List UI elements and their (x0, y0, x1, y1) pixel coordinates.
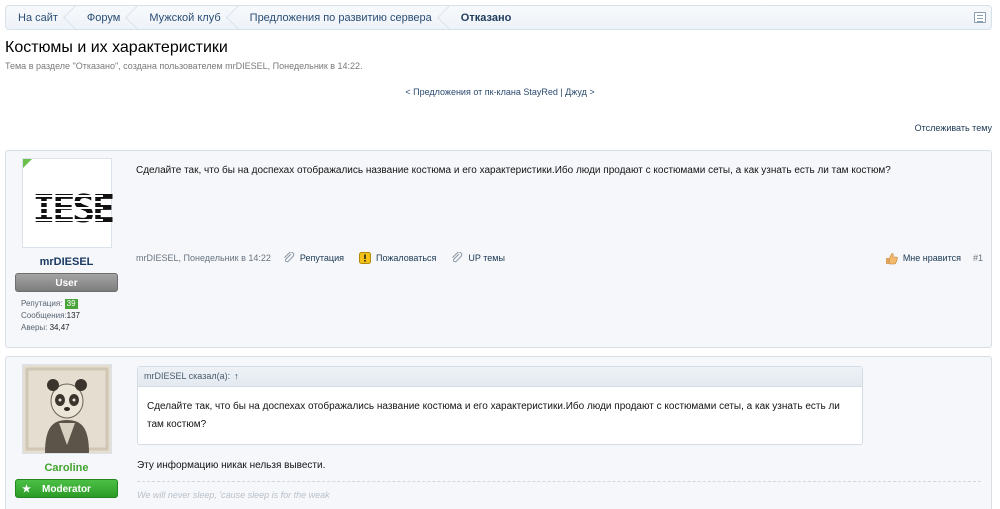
post-meta-right: Мне нравится #1 (885, 252, 983, 265)
post-message: Эту информацию никак нельзя вывести. (137, 460, 326, 471)
up-thread-action[interactable]: UP темы (451, 251, 505, 264)
thumbs-up-icon (885, 252, 898, 265)
signature-divider (137, 481, 981, 482)
reputation-action[interactable]: Репутация (283, 251, 344, 264)
logo-stripe (32, 201, 103, 203)
warning-icon (358, 252, 371, 264)
user-role-badge: User (15, 273, 118, 292)
logo-stripe (32, 207, 103, 209)
reputation-action-label: Репутация (299, 253, 344, 263)
reputation-label: Репутация: (21, 299, 63, 308)
breadcrumb: На сайт Форум Мужской клуб Предложения п… (5, 5, 992, 30)
thread-subtitle: Тема в разделе "Отказано", создана польз… (5, 61, 363, 71)
meta-author[interactable]: mrDIESEL (136, 253, 179, 263)
user-role-badge: ★ Moderator (15, 479, 118, 498)
quote-text: Сделайте так, что бы на доспехах отображ… (147, 401, 840, 430)
avers-label: Аверы: (21, 323, 48, 332)
meta-date[interactable]: , Понедельник в 14:22 (179, 253, 271, 263)
quote-jump-link[interactable]: ↑ (234, 371, 239, 381)
post-author-date: mrDIESEL, Понедельник в 14:22 (136, 253, 271, 263)
post-1: IESE mrDIESEL User Репутация: 39 Сообщен… (5, 150, 992, 348)
quote-author: mrDIESEL сказал(а): (144, 371, 231, 381)
breadcrumb-suggestions[interactable]: Предложения по развитию сервера (238, 5, 450, 30)
logo-stripe (32, 195, 103, 197)
menu-icon[interactable] (974, 12, 986, 23)
user-card: IESE mrDIESEL User Репутация: 39 Сообщен… (15, 158, 118, 334)
avatar[interactable]: IESE (21, 158, 115, 248)
avers-value: 34,47 (49, 323, 70, 332)
messages-value: 137 (66, 311, 80, 320)
paperclip-icon (283, 251, 295, 264)
user-stats: Репутация: 39 Сообщения:137 Аверы: 34,47 (15, 298, 118, 334)
report-action[interactable]: Пожаловаться (358, 252, 437, 264)
paperclip-icon (451, 251, 463, 264)
watch-thread-link[interactable]: Отслеживать тему (915, 123, 992, 133)
report-action-label: Пожаловаться (375, 253, 437, 263)
quote-block: mrDIESEL сказал(а): ↑ Сделайте так, что б… (137, 366, 863, 445)
breadcrumb-current[interactable]: Отказано (449, 6, 529, 29)
online-indicator-icon (22, 159, 32, 168)
signature: We will never sleep, 'cause sleep is for… (137, 490, 330, 500)
username[interactable]: mrDIESEL (15, 256, 118, 268)
post-2: Caroline ★ Moderator mrDIESEL сказал(а):… (5, 356, 992, 509)
breadcrumb-forum[interactable]: Форум (75, 5, 139, 30)
avatar-logo: IESE (32, 187, 115, 231)
up-thread-action-label: UP темы (468, 253, 505, 263)
thread-nav-links[interactable]: < Предложения от пк-клана StayRed | Джуд… (405, 87, 594, 97)
breadcrumb-home[interactable]: На сайт (6, 5, 76, 30)
post-meta-bar: mrDIESEL, Понедельник в 14:22 Репутация … (136, 251, 983, 265)
quote-header: mrDIESEL сказал(а): ↑ (138, 367, 862, 387)
logo-stripe (32, 219, 103, 221)
post-message: Сделайте так, что бы на доспехах отображ… (136, 165, 891, 176)
user-card: Caroline ★ Moderator (15, 364, 118, 498)
panda-portrait-icon (22, 365, 111, 453)
username[interactable]: Caroline (15, 462, 118, 474)
reputation-value: 39 (64, 299, 78, 309)
like-action-label: Мне нравится (902, 253, 961, 263)
thread-navigation: < Предложения от пк-клана StayRed | Джуд… (0, 87, 1000, 97)
star-icon: ★ (22, 484, 31, 495)
messages-label: Сообщения: (21, 311, 67, 320)
breadcrumb-mens-club[interactable]: Мужской клуб (137, 5, 239, 30)
like-action[interactable]: Мне нравится (885, 252, 961, 265)
page-title: Костюмы и их характеристики (5, 39, 228, 56)
avatar[interactable] (21, 364, 112, 454)
logo-stripe (32, 213, 103, 215)
user-role-label: Moderator (42, 484, 91, 495)
post-number-link[interactable]: #1 (973, 253, 983, 263)
